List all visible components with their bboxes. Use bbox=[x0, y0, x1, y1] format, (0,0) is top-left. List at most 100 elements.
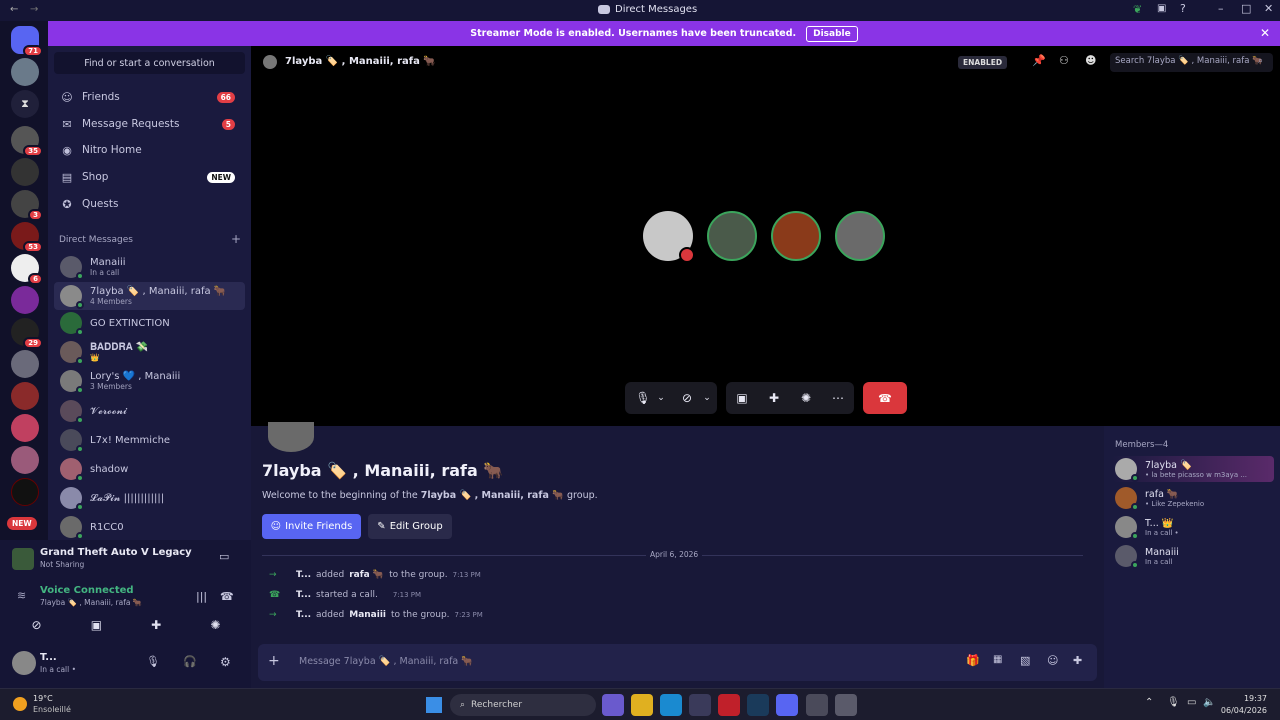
app-icon[interactable] bbox=[806, 694, 828, 716]
maximize-icon[interactable]: □ bbox=[1241, 2, 1251, 15]
search-input[interactable]: Search 7layba 🏷️ , Manaiii, rafa 🐂 bbox=[1110, 53, 1273, 72]
dm-item[interactable]: shadow bbox=[54, 455, 245, 483]
chevron-down-icon[interactable]: ⌄ bbox=[699, 382, 715, 414]
back-arrow-icon[interactable]: ← bbox=[10, 4, 18, 15]
microphone-icon[interactable]: 🎙 bbox=[1167, 697, 1180, 708]
event-actor[interactable]: T... bbox=[296, 570, 311, 580]
help-icon[interactable]: ? bbox=[1180, 2, 1186, 15]
stream-icon[interactable]: ▭ bbox=[219, 550, 229, 563]
emoji-icon[interactable]: ☺ bbox=[1047, 654, 1058, 667]
soundboard-icon[interactable]: ✺ bbox=[210, 618, 220, 632]
event-target[interactable]: Manaiii bbox=[349, 610, 386, 620]
participant-avatar[interactable] bbox=[643, 211, 695, 263]
hourglass-icon[interactable]: ⧗ bbox=[11, 90, 39, 118]
windows-start-icon[interactable] bbox=[426, 697, 442, 713]
clock-date[interactable]: 06/04/2026 bbox=[1221, 706, 1267, 715]
camera-off-icon[interactable]: ⊘ bbox=[32, 618, 42, 632]
dm-item[interactable]: R1CC0 bbox=[54, 513, 245, 541]
new-badge[interactable]: NEW bbox=[7, 517, 37, 530]
server-icon[interactable]: 3 bbox=[11, 190, 43, 221]
dm-item[interactable]: 𝐁𝐀𝐃𝐃𝐑𝐀 💸 👑 bbox=[54, 338, 245, 366]
gift-icon[interactable]: 🎁 bbox=[966, 654, 980, 667]
forward-arrow-icon[interactable]: → bbox=[30, 4, 38, 15]
camera-off-icon[interactable]: ⊘ bbox=[675, 382, 699, 414]
steam-icon[interactable] bbox=[747, 694, 769, 716]
dm-item[interactable]: L7x! Memmiche bbox=[54, 426, 245, 454]
member-item[interactable]: 7layba 🏷️ • la bete picasso w m3aya ... bbox=[1112, 456, 1274, 482]
activities-icon[interactable]: ✚ bbox=[762, 382, 786, 414]
server-icon[interactable] bbox=[11, 414, 39, 442]
volume-icon[interactable]: 🔈 bbox=[1203, 697, 1215, 708]
search-input[interactable]: Find or start a conversation bbox=[54, 52, 245, 74]
server-icon[interactable]: 29 bbox=[11, 318, 43, 349]
message-composer[interactable]: + Message 7layba 🏷️ , Manaiii, rafa 🐂 🎁 … bbox=[258, 644, 1097, 681]
minimize-icon[interactable]: – bbox=[1218, 2, 1224, 15]
leaf-icon[interactable]: ❦ bbox=[1133, 3, 1142, 16]
event-target[interactable]: rafa 🐂 bbox=[349, 570, 384, 580]
participant-avatar[interactable] bbox=[835, 211, 885, 261]
noise-suppression-icon[interactable]: ||| bbox=[196, 590, 207, 603]
member-item[interactable]: T... 👑 In a call • bbox=[1112, 514, 1274, 540]
app-icon[interactable] bbox=[718, 694, 740, 716]
pin-icon[interactable]: 📌 bbox=[1032, 54, 1046, 67]
server-icon[interactable] bbox=[11, 446, 39, 474]
screen-share-icon[interactable]: ▣ bbox=[91, 618, 102, 632]
dm-item[interactable]: Lory's 💙 , Manaiii 3 Members bbox=[54, 367, 245, 395]
event-actor[interactable]: T... bbox=[296, 610, 311, 620]
nav-shop[interactable]: ▤ Shop NEW bbox=[54, 165, 245, 189]
sticker-icon[interactable]: ▧ bbox=[1020, 654, 1030, 667]
taskbar-search[interactable]: ⌕ Rechercher bbox=[450, 694, 596, 716]
server-icon[interactable] bbox=[11, 478, 39, 506]
gif-icon[interactable]: ▦ bbox=[993, 654, 1002, 665]
server-icon[interactable]: 6 bbox=[11, 254, 43, 285]
store-icon[interactable] bbox=[689, 694, 711, 716]
microphone-icon[interactable]: 🎙 bbox=[146, 655, 160, 668]
more-options-icon[interactable]: ⋯ bbox=[826, 382, 850, 414]
inbox-icon[interactable]: ▣ bbox=[1157, 3, 1166, 14]
edge-icon[interactable] bbox=[660, 694, 682, 716]
dm-item[interactable]: 7layba 🏷️ , Manaiii, rafa 🐂 4 Members bbox=[54, 282, 245, 310]
server-icon[interactable]: 35 bbox=[11, 126, 43, 157]
server-icon[interactable] bbox=[11, 382, 39, 410]
activities-icon[interactable]: ✚ bbox=[151, 618, 161, 632]
server-icon[interactable] bbox=[11, 158, 39, 186]
home-button[interactable]: 71 bbox=[11, 26, 43, 57]
search-icon[interactable]: ⌕ bbox=[1258, 56, 1263, 66]
dm-item[interactable]: GO EXTINCTION bbox=[54, 309, 245, 337]
nav-nitro-home[interactable]: ◉ Nitro Home bbox=[54, 138, 245, 162]
edit-group-button[interactable]: ✎ Edit Group bbox=[368, 514, 452, 539]
headphones-icon[interactable]: 🎧 bbox=[183, 655, 197, 668]
add-friend-icon[interactable]: ⚇ bbox=[1059, 54, 1069, 67]
leave-call-button[interactable]: ☎ bbox=[863, 382, 907, 414]
nav-quests[interactable]: ✪ Quests bbox=[54, 192, 245, 216]
disable-button[interactable]: Disable bbox=[806, 25, 858, 42]
nav-message-requests[interactable]: ✉ Message Requests 5 bbox=[54, 112, 245, 136]
event-actor[interactable]: T... bbox=[296, 590, 311, 600]
nav-friends[interactable]: ☺ Friends 66 bbox=[54, 85, 245, 109]
close-icon[interactable]: ✕ bbox=[1264, 2, 1273, 15]
soundboard-icon[interactable]: ✺ bbox=[794, 382, 818, 414]
server-icon[interactable] bbox=[11, 286, 39, 314]
chevron-down-icon[interactable]: ⌄ bbox=[653, 382, 669, 414]
dm-item[interactable]: Manaiii In a call bbox=[54, 253, 245, 281]
enabled-badge[interactable]: ENABLED bbox=[958, 56, 1008, 69]
dm-item[interactable]: 𝓛𝓪𝓟𝓲𝓷 |||||||||||| bbox=[54, 484, 245, 512]
copilot-icon[interactable] bbox=[602, 694, 624, 716]
apps-icon[interactable]: ✚ bbox=[1073, 654, 1082, 667]
server-icon[interactable] bbox=[11, 350, 39, 378]
participant-avatar[interactable] bbox=[771, 211, 821, 261]
discord-icon[interactable] bbox=[776, 694, 798, 716]
weather-desc[interactable]: Ensoleillé bbox=[33, 705, 71, 714]
member-item[interactable]: Manaiii In a call bbox=[1112, 543, 1274, 569]
dm-item[interactable]: 𝓥𝓮𝓻𝓸𝓸𝓷𝓲 bbox=[54, 397, 245, 425]
network-icon[interactable]: ▭ bbox=[1187, 697, 1196, 708]
member-item[interactable]: rafa 🐂 • Like Zepekenio bbox=[1112, 485, 1274, 511]
settings-app-icon[interactable] bbox=[835, 694, 857, 716]
participant-avatar[interactable] bbox=[707, 211, 757, 261]
server-icon[interactable] bbox=[11, 58, 39, 86]
message-input[interactable]: Message 7layba 🏷️ , Manaiii, rafa 🐂 bbox=[299, 656, 473, 667]
weather-temp[interactable]: 19°C bbox=[33, 694, 53, 703]
avatar[interactable] bbox=[12, 651, 36, 675]
file-explorer-icon[interactable] bbox=[631, 694, 653, 716]
members-icon[interactable]: ☻ bbox=[1085, 54, 1096, 67]
